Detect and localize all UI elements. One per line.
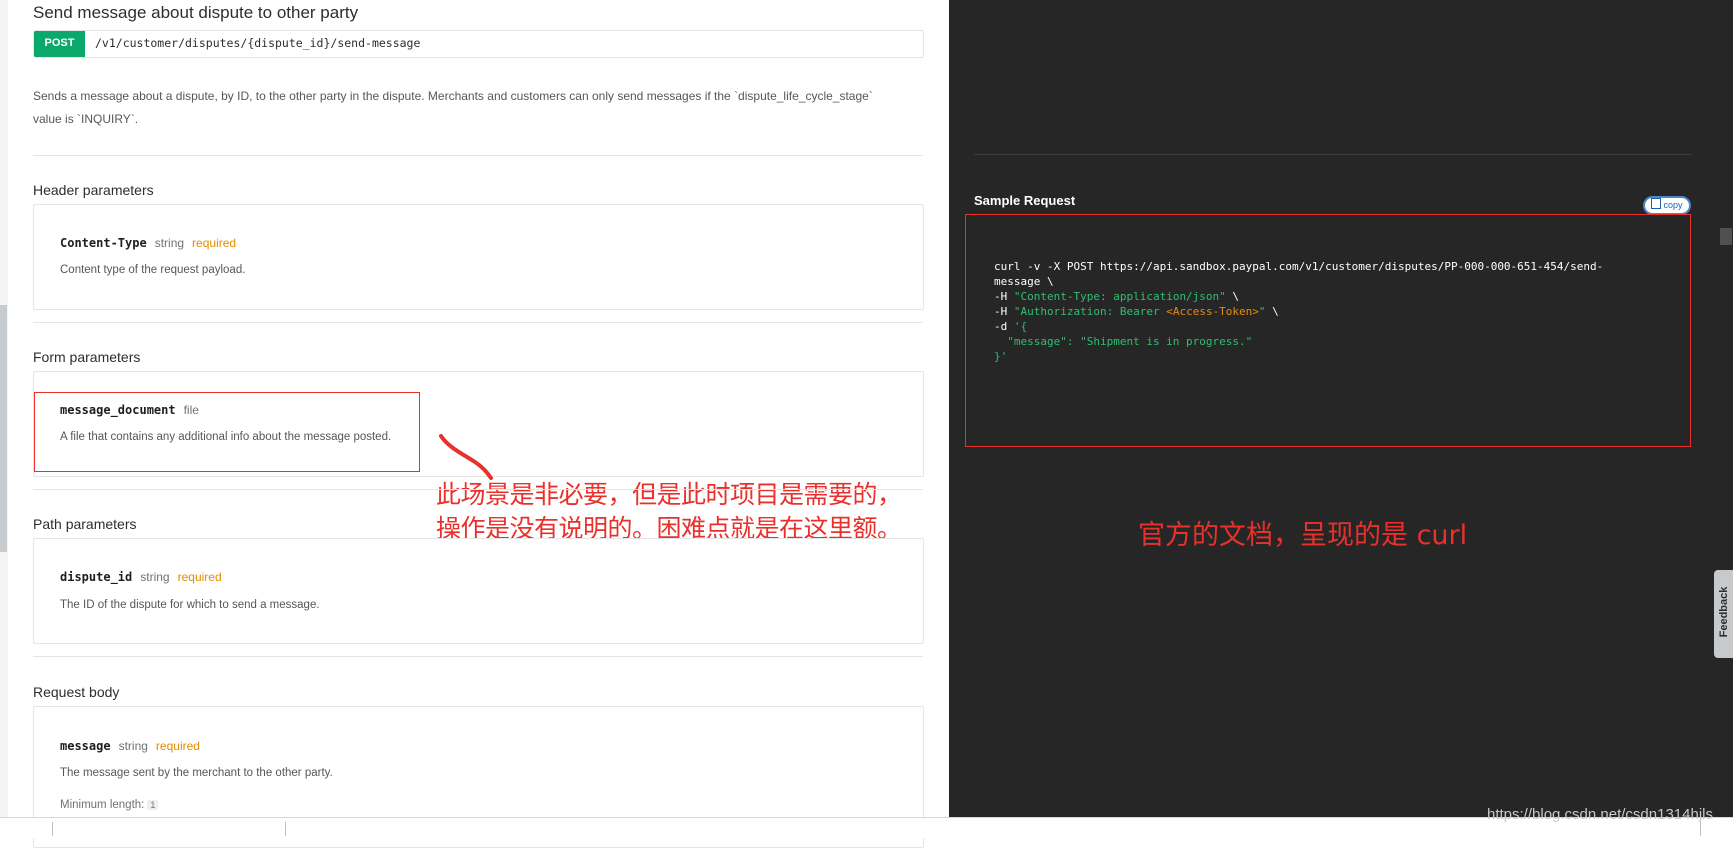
param-description: The message sent by the merchant to the …	[60, 767, 333, 779]
code-string: "Content-Type: application/json"	[1013, 290, 1226, 303]
curl-code-block: curl -v -X POST https://api.sandbox.payp…	[994, 259, 1603, 364]
header-params-title: Header parameters	[33, 182, 154, 198]
code-sample-pane: Sample Request copy curl -v -X POST http…	[949, 0, 1733, 817]
method-badge: POST	[34, 31, 85, 57]
section-divider	[33, 322, 923, 323]
form-params-title: Form parameters	[33, 349, 141, 365]
description-line: value is `INQUIRY`.	[33, 112, 139, 126]
bottom-toolbar	[0, 817, 1733, 838]
endpoint-bar: POST /v1/customer/disputes/{dispute_id}/…	[33, 30, 924, 58]
param-type: string	[140, 570, 170, 584]
watermark: https://blog.csdn.net/csdn1314hjls	[1487, 806, 1713, 823]
section-divider	[33, 656, 923, 657]
copy-label: copy	[1663, 200, 1683, 210]
toolbar-separator	[1700, 822, 1701, 836]
annotation-highlight-box	[34, 392, 420, 472]
endpoint-title: Send message about dispute to other part…	[33, 3, 359, 22]
path-param-card: dispute_id string required The ID of the d…	[33, 538, 924, 644]
sample-request-title: Sample Request	[974, 193, 1076, 208]
required-badge: required	[155, 739, 200, 753]
section-divider	[33, 489, 923, 490]
param-name: message	[60, 739, 111, 753]
code-string: "	[1258, 305, 1266, 318]
code-string: "message": "Shipment is in progress."	[994, 335, 1253, 348]
code-tail: \	[1225, 290, 1240, 303]
annotation-line: 此场景是非必要，但是此时项目是需要的，	[436, 480, 902, 509]
code-string: "Authorization: Bearer	[1013, 305, 1167, 318]
request-body-title: Request body	[33, 684, 120, 700]
code-string: '{	[1013, 320, 1028, 333]
code-flag: -H	[994, 305, 1014, 318]
param-name: dispute_id	[60, 570, 133, 584]
toolbar-separator	[285, 822, 286, 836]
code-flag: -H	[994, 290, 1014, 303]
param-type: string	[154, 236, 185, 250]
copy-icon	[1651, 198, 1662, 209]
endpoint-path: /v1/customer/disputes/{dispute_id}/send-…	[95, 36, 421, 50]
section-divider	[33, 155, 923, 156]
param-signature: message string required	[60, 739, 200, 753]
min-length: Minimum length: 1	[60, 799, 159, 811]
param-description: Content type of the request payload.	[60, 264, 246, 276]
code-pane-divider	[974, 154, 1692, 155]
min-length-value: 1	[147, 800, 159, 810]
toolbar-separator	[52, 822, 53, 836]
description-line: Sends a message about a dispute, by ID, …	[33, 89, 873, 103]
path-params-title: Path parameters	[33, 516, 137, 532]
min-length-label: Minimum length:	[60, 799, 145, 811]
required-badge: required	[192, 236, 237, 250]
feedback-label: Feedback	[1718, 586, 1730, 638]
required-badge: required	[177, 570, 222, 584]
code-flag: -d	[994, 320, 1014, 333]
code-line: curl -v -X POST https://api.sandbox.payp…	[994, 260, 1604, 273]
param-signature: dispute_id string required	[60, 570, 222, 584]
endpoint-description: Sends a message about a dispute, by ID, …	[33, 85, 913, 131]
copy-button[interactable]: copy	[1643, 196, 1691, 215]
param-type: string	[118, 739, 148, 753]
red-arrow-stroke-icon	[439, 434, 493, 480]
code-tail: \	[1265, 305, 1279, 318]
code-pane-scrollbar-thumb[interactable]	[1720, 228, 1732, 245]
param-description: The ID of the dispute for which to send …	[60, 599, 320, 611]
sample-code-box: curl -v -X POST https://api.sandbox.payp…	[965, 214, 1691, 447]
code-line: message \	[994, 275, 1054, 288]
annotation-note-right: 官方的文档，呈现的是 curl	[1138, 520, 1468, 551]
code-string: }'	[994, 350, 1008, 363]
header-param-card: Content-Type string required Content type …	[33, 204, 924, 310]
code-token: <Access-Token>	[1166, 305, 1259, 318]
feedback-tab[interactable]: Feedback	[1714, 570, 1733, 658]
param-signature: Content-Type string required	[60, 236, 236, 250]
param-name: Content-Type	[60, 236, 147, 250]
api-reference-pane: Send message about dispute to other part…	[0, 0, 949, 848]
